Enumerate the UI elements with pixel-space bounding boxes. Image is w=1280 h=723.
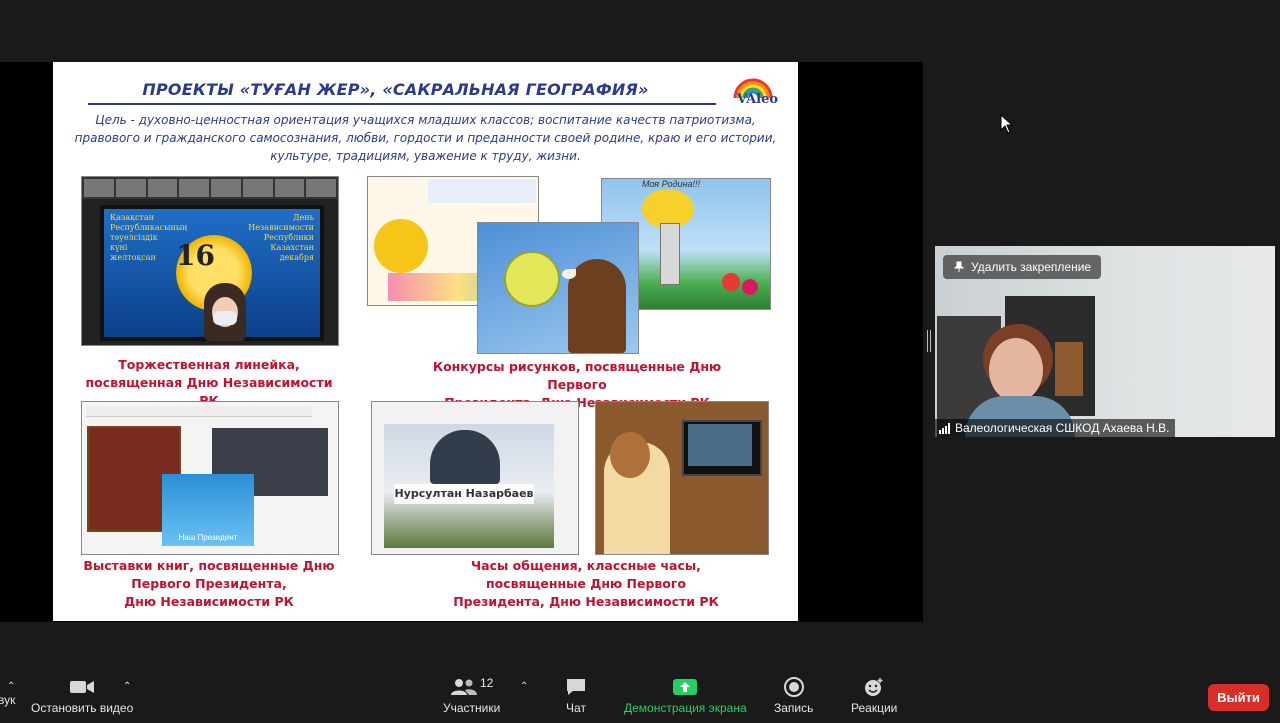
video-camera-icon [70,681,95,693]
tv-right-text: Республики [263,233,314,242]
photo-president-slide: Нурсултан Назарбаев [371,401,579,555]
audio-options-chevron-icon[interactable]: ⌃ [7,681,15,692]
unpin-button[interactable]: Удалить закрепление [943,255,1102,279]
photo-book-exhibition: Наш Президент [81,401,339,555]
caption-line: посвященные Дню Первого [485,576,687,591]
stop-video-button[interactable]: Остановить видео [31,677,133,715]
chat-icon [567,679,585,695]
chat-label: Чат [566,701,586,715]
reactions-button[interactable]: Реакции [851,677,897,715]
caption-books: Выставки книг, посвященные Дню Первого П… [81,557,337,611]
tv-number: 16 [176,239,215,272]
share-screen-button[interactable]: Демонстрация экрана [624,677,747,715]
participants-count: 12 [479,676,494,690]
goal-line: культуре, традициям, уважение к труду, ж… [270,149,581,163]
title-rule [88,103,716,105]
share-screen-icon [673,679,698,695]
goal-line: Цель - духовно-ценностная ориентация уча… [95,113,756,127]
reactions-label: Реакции [851,701,898,715]
goal-line: правового и гражданского самосознания, л… [74,131,777,145]
caption-line: Президента, Дню Независимости РК [453,594,719,609]
unpin-label: Удалить закрепление [971,260,1092,274]
participant-name-label: Валеологическая СШКОД Ахаева Н.В. [935,419,1176,437]
caption-line: Часы общения, классные часы, [471,558,701,573]
leave-meeting-button[interactable]: Выйти [1208,684,1269,711]
tv-right-text: День [293,213,314,222]
caption-line: Конкурсы рисунков, посвященные Дню Перво… [432,359,722,392]
caption-line: Дню Независимости РК [124,594,294,609]
meeting-toolbar: ⌃ вук Остановить видео ⌃ 12 Участники ⌃ … [0,667,1280,723]
participant-name: Валеологическая СШКОД Ахаева Н.В. [955,421,1170,435]
signal-strength-icon [939,422,950,434]
record-icon [783,677,804,697]
portrait-name: Нурсултан Назарбаев [394,484,534,504]
logo-text: VAleo [737,92,779,107]
participants-label: Участники [443,701,501,715]
chat-button[interactable]: Чат [565,677,587,715]
participants-button[interactable]: 12 Участники [443,676,501,715]
participants-options-chevron-icon[interactable]: ⌃ [520,681,528,692]
book-caption: Наш Президент [178,533,238,542]
tv-right-text: Независимости [248,223,314,232]
zoom-gallery-strip [82,177,338,199]
reactions-icon [865,678,883,696]
tv-left-text: Қазақстан [110,213,154,222]
mouse-cursor-icon [1000,114,1014,134]
drawing-header: Моя Родина!!! [642,179,700,189]
video-options-chevron-icon[interactable]: ⌃ [123,681,131,692]
photo-ceremony: Қазақстан Республикасының тәуелсіздік кү… [81,176,339,346]
tv-left-text: Республикасының [110,223,188,232]
drawing-eagle [477,222,639,354]
slide-title: ПРОЕКТЫ «ТУҒАН ЖЕР», «САКРАЛЬНАЯ ГЕОГРАФ… [142,80,649,99]
audio-label: вук [0,693,16,707]
pin-icon [953,261,965,272]
caption-line: Выставки книг, посвященные Дню [83,558,335,573]
participants-icon [450,679,477,695]
caption-line: Торжественная линейка, [118,357,300,372]
tv-right-text: декабря [279,253,314,262]
share-screen-label: Демонстрация экрана [624,701,747,715]
panel-resize-handle[interactable] [927,330,931,352]
stop-video-label: Остановить видео [31,701,134,715]
tv-right-text: Казахстан [270,243,314,252]
presentation-slide: ПРОЕКТЫ «ТУҒАН ЖЕР», «САКРАЛЬНАЯ ГЕОГРАФ… [53,62,798,621]
record-button[interactable]: Запись [774,677,813,715]
caption-line: Первого Президента, [131,576,287,591]
goal-text: Цель - духовно-ценностная ориентация уча… [71,111,780,165]
record-label: Запись [774,701,814,715]
participant-video-tile[interactable]: Удалить закрепление Валеологическая СШКО… [935,246,1275,437]
audio-button[interactable]: вук [0,693,15,707]
photo-child-computer [595,401,769,555]
student-mask [213,311,237,325]
caption-class-hours: Часы общения, классные часы, посвященные… [453,557,719,611]
